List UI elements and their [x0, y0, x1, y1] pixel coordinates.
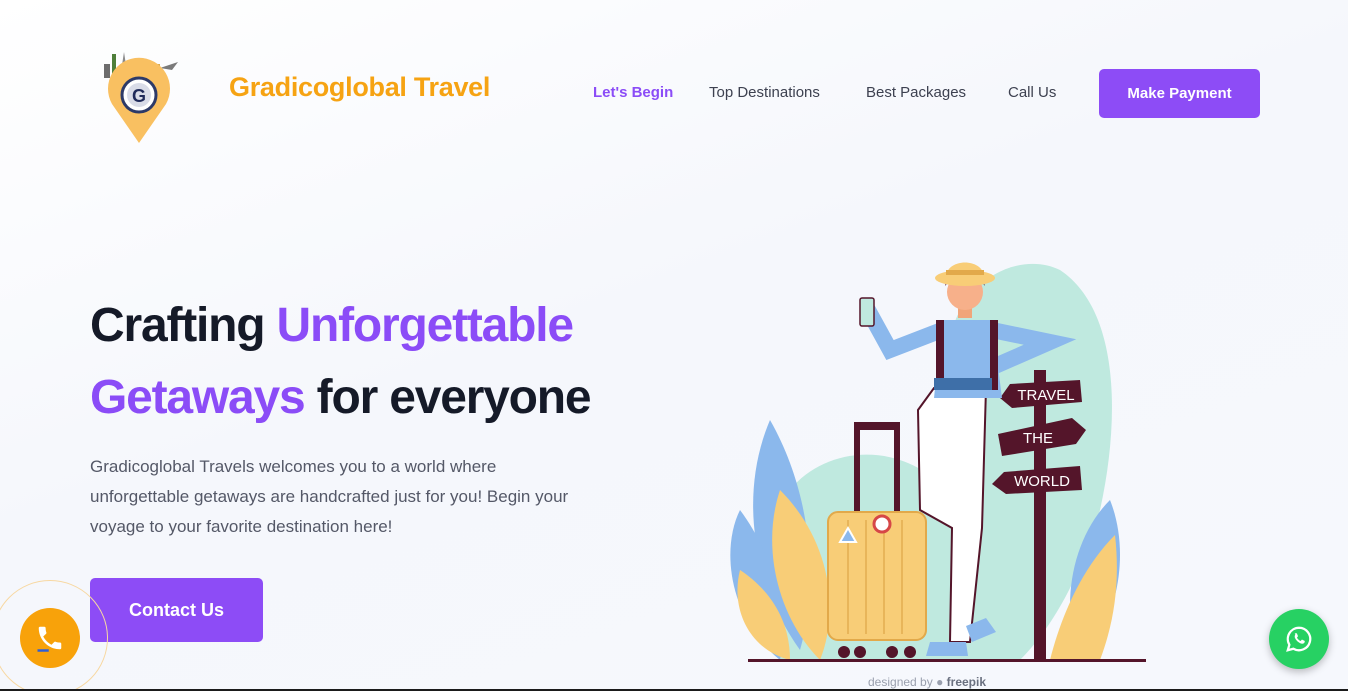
- hero-title: Crafting Unforgettable Getaways for ever…: [90, 290, 650, 434]
- hero-title-part1: Crafting: [90, 299, 277, 352]
- whatsapp-icon: [1286, 626, 1312, 652]
- nav-lets-begin[interactable]: Let's Begin: [593, 84, 673, 101]
- phone-icon: [37, 626, 62, 652]
- brand-logo[interactable]: G: [96, 44, 182, 144]
- hero-title-part2: for everyone: [304, 371, 592, 424]
- logo-letter: G: [132, 86, 146, 106]
- credit-brand: freepik: [946, 675, 987, 689]
- brand-name[interactable]: Gradicoglobal Travel: [229, 72, 490, 103]
- nav-call-us[interactable]: Call Us: [1008, 84, 1056, 101]
- sign-world: WORLD: [1014, 473, 1070, 490]
- nav-best-packages[interactable]: Best Packages: [866, 84, 966, 101]
- make-payment-button[interactable]: Make Payment: [1099, 69, 1260, 118]
- freepik-credit[interactable]: designed by ● freepik: [868, 675, 986, 689]
- hero-title-highlight1: Unforgettable: [276, 299, 575, 352]
- hero-title-highlight2: Getaways: [90, 371, 306, 424]
- freepik-icon: ●: [936, 675, 944, 689]
- hero-description: Gradicoglobal Travels welcomes you to a …: [90, 457, 569, 536]
- credit-prefix: designed by: [868, 675, 933, 689]
- contact-us-button[interactable]: Contact Us: [90, 578, 263, 642]
- floating-call-button[interactable]: [20, 608, 80, 668]
- nav-top-destinations[interactable]: Top Destinations: [709, 84, 820, 101]
- sign-travel: TRAVEL: [1017, 387, 1074, 404]
- sign-the: THE: [1023, 430, 1053, 447]
- whatsapp-button[interactable]: [1269, 609, 1329, 669]
- traveler-illustration: TRAVEL THE WORLD: [730, 262, 1146, 662]
